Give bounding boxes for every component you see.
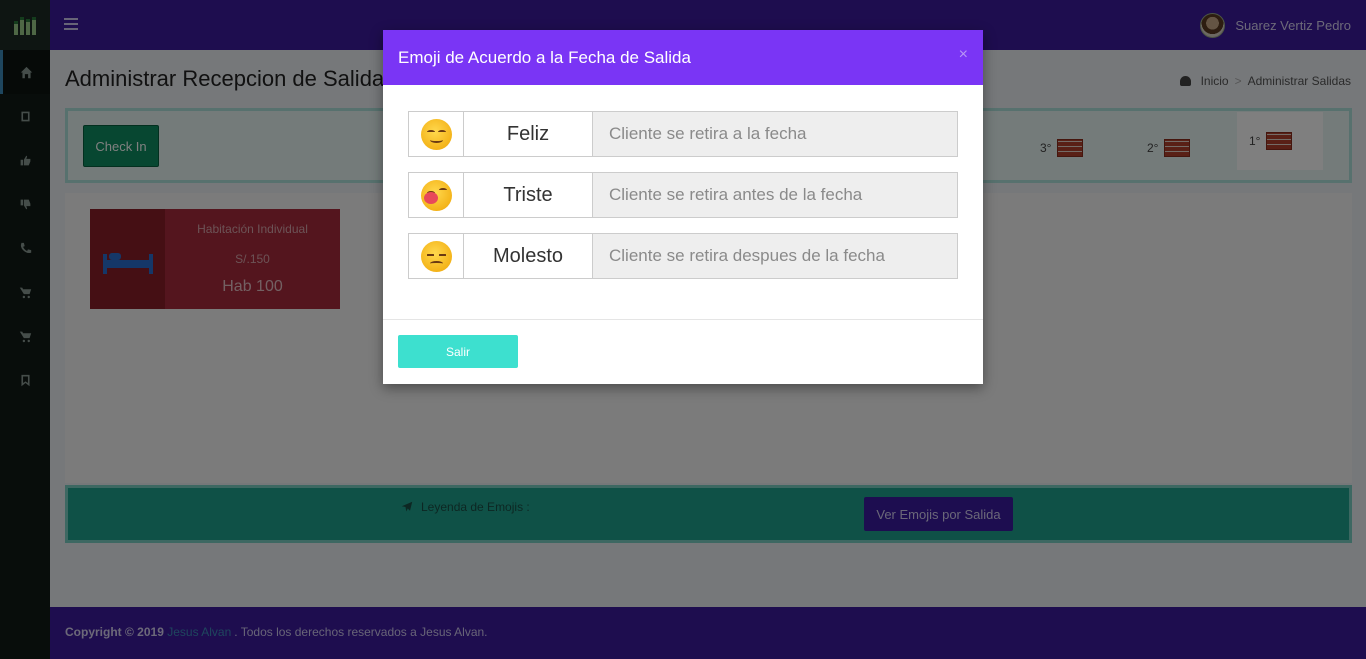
emoji-row-angry: Molesto [408,233,958,279]
emoji-cell [408,233,464,279]
close-icon[interactable]: × [959,46,968,64]
modal-title: Emoji de Acuerdo a la Fecha de Salida [398,47,691,67]
smiling-face-icon [420,118,452,150]
emoji-name: Molesto [464,233,593,279]
angry-face-icon [420,240,452,272]
modal-header: Emoji de Acuerdo a la Fecha de Salida × [383,30,983,85]
emoji-row-sad: Triste [408,172,958,218]
emoji-name: Feliz [464,111,593,157]
emoji-cell [408,111,464,157]
modal-footer: Salir [383,319,983,384]
emoji-row-happy: Feliz [408,111,958,157]
crying-face-icon [420,179,452,211]
emoji-modal: Emoji de Acuerdo a la Fecha de Salida × … [383,30,983,384]
emoji-cell [408,172,464,218]
sad-description-field[interactable] [593,172,958,218]
emoji-name: Triste [464,172,593,218]
happy-description-field[interactable] [593,111,958,157]
angry-description-field[interactable] [593,233,958,279]
exit-button[interactable]: Salir [398,335,518,368]
modal-body: Feliz Triste Molesto [383,85,983,319]
